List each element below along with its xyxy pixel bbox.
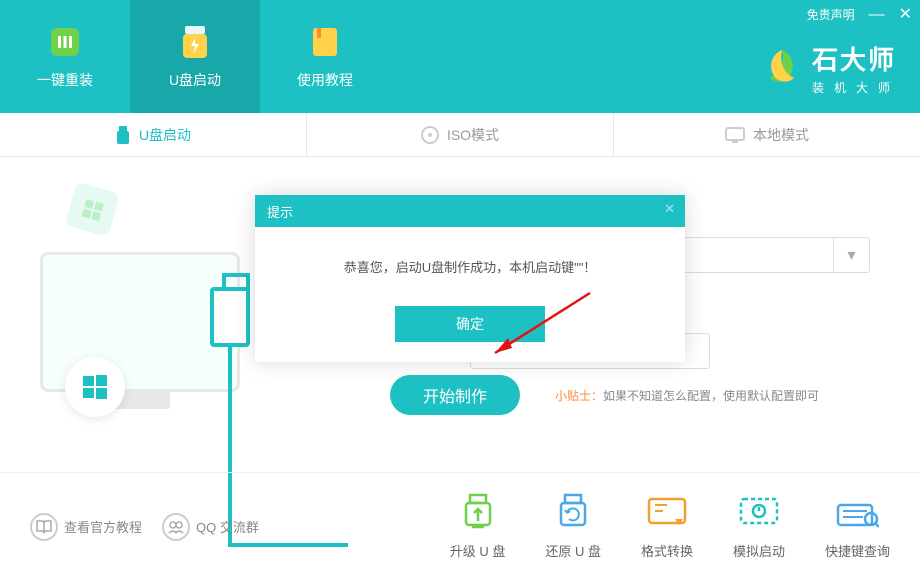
monitor-icon xyxy=(725,127,745,143)
dialog-close-icon[interactable]: ✕ xyxy=(664,201,675,217)
iso-icon xyxy=(421,126,439,144)
usb-cable-graphic xyxy=(210,287,250,347)
tip-body: 如果不知道怎么配置，使用默认配置即可 xyxy=(603,389,819,403)
action-simulate-boot[interactable]: 模拟启动 xyxy=(733,493,785,560)
tab-iso[interactable]: ISO模式 xyxy=(307,113,614,156)
nav-label: U盘启动 xyxy=(169,70,221,90)
brand-logo-icon xyxy=(762,48,802,88)
action-label: 还原 U 盘 xyxy=(545,541,601,560)
dialog-title: 提示 xyxy=(267,202,293,221)
mode-tabs: U盘启动 ISO模式 本地模式 xyxy=(0,113,920,157)
nav-label: 一键重装 xyxy=(37,70,93,90)
chevron-down-icon: ▾ xyxy=(833,238,869,272)
start-button[interactable]: 开始制作 xyxy=(390,375,520,415)
people-icon xyxy=(162,513,190,541)
start-button-label: 开始制作 xyxy=(423,383,487,407)
simulate-boot-icon xyxy=(737,493,781,533)
action-hotkey-lookup[interactable]: 快捷键查询 xyxy=(825,493,890,560)
action-label: 格式转换 xyxy=(641,541,693,560)
nav-usb-boot[interactable]: U盘启动 xyxy=(130,0,260,113)
tutorial-label: 查看官方教程 xyxy=(64,517,142,536)
tab-local[interactable]: 本地模式 xyxy=(614,113,920,156)
nav-label: 使用教程 xyxy=(297,70,353,90)
tab-usb-boot[interactable]: U盘启动 xyxy=(0,113,307,156)
hotkey-lookup-icon xyxy=(835,493,879,533)
restore-usb-icon xyxy=(551,493,595,533)
tutorial-icon xyxy=(307,24,343,60)
action-label: 模拟启动 xyxy=(733,541,785,560)
nav-reinstall[interactable]: 一键重装 xyxy=(0,0,130,113)
minimize-button[interactable]: — xyxy=(869,7,885,23)
ok-label: 确定 xyxy=(456,314,484,334)
success-dialog: 提示 ✕ 恭喜您，启动U盘制作成功，本机启动键""！ 确定 xyxy=(255,195,685,362)
tab-label: 本地模式 xyxy=(753,125,809,145)
action-format-convert[interactable]: 格式转换 xyxy=(641,493,693,560)
tab-label: U盘启动 xyxy=(139,125,191,145)
brand-subtitle: 装机大师 xyxy=(812,79,900,96)
brand: 石大师 装机大师 xyxy=(762,40,900,96)
windows-badge-icon xyxy=(65,357,125,417)
upgrade-usb-icon xyxy=(456,493,500,533)
close-button[interactable]: ✕ xyxy=(899,7,912,23)
tip-text: 小贴士：如果不知道怎么配置，使用默认配置即可 xyxy=(555,387,819,404)
dialog-ok-button[interactable]: 确定 xyxy=(395,306,545,342)
app-header: 一键重装 U盘启动 使用教程 免责声明 — ✕ 石大师 装机大师 xyxy=(0,0,920,113)
usb-icon xyxy=(115,126,131,144)
usb-boot-icon xyxy=(177,24,213,60)
qq-label: QQ 交流群 xyxy=(196,517,259,536)
format-convert-icon xyxy=(645,493,689,533)
action-label: 快捷键查询 xyxy=(825,541,890,560)
window-controls: 免责声明 — ✕ xyxy=(807,6,912,23)
tip-label: 小贴士： xyxy=(555,389,603,403)
action-label: 升级 U 盘 xyxy=(450,541,506,560)
action-restore-usb[interactable]: 还原 U 盘 xyxy=(545,493,601,560)
reinstall-icon xyxy=(47,24,83,60)
nav-tutorial[interactable]: 使用教程 xyxy=(260,0,390,113)
tutorial-link[interactable]: 查看官方教程 xyxy=(30,513,142,541)
brand-title: 石大师 xyxy=(812,40,900,77)
book-icon xyxy=(30,513,58,541)
qq-group-link[interactable]: QQ 交流群 xyxy=(162,513,259,541)
disclaimer-link[interactable]: 免责声明 xyxy=(807,6,855,23)
footer: 查看官方教程 QQ 交流群 升级 U 盘 还原 U 盘 格式转换 xyxy=(0,472,920,580)
windows-hex-icon xyxy=(65,182,120,237)
dialog-header: 提示 ✕ xyxy=(255,195,685,227)
dialog-message: 恭喜您，启动U盘制作成功，本机启动键""！ xyxy=(255,227,685,296)
action-upgrade-usb[interactable]: 升级 U 盘 xyxy=(450,493,506,560)
tab-label: ISO模式 xyxy=(447,125,499,145)
